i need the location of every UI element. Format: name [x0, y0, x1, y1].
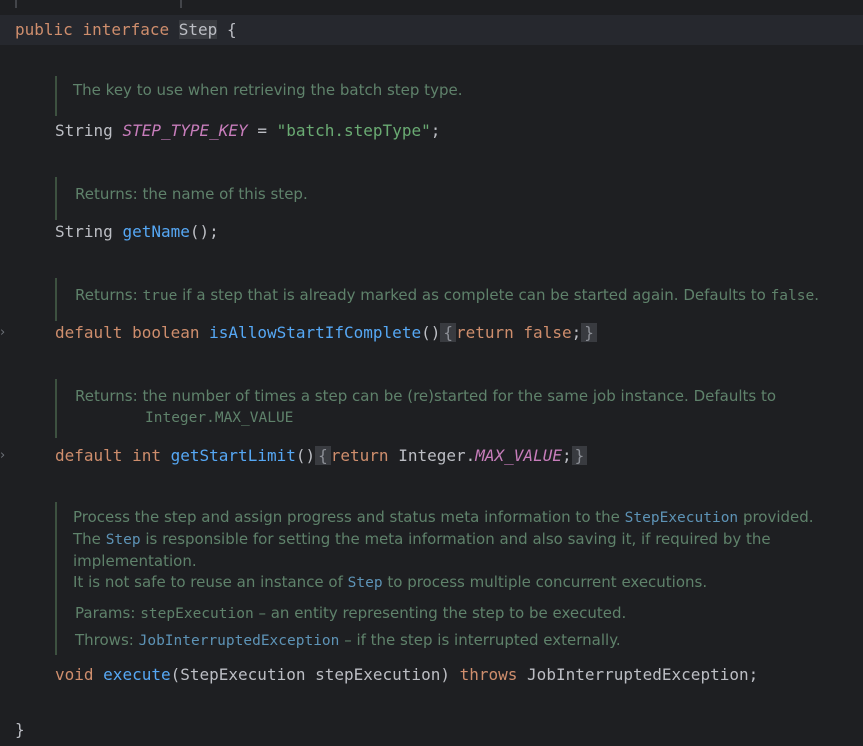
keyword: void [55, 665, 94, 684]
interface-declaration[interactable]: public interface Step { [15, 20, 237, 40]
chevron-right-icon[interactable]: › [0, 325, 5, 340]
doc-label: Returns: [75, 387, 138, 405]
javadoc-block[interactable]: The key to use when retrieving the batch… [55, 76, 853, 116]
method-name: isAllowStartIfComplete [209, 323, 422, 342]
method-name: execute [103, 665, 171, 684]
keyword: return [330, 446, 389, 465]
code-line-step-type-key[interactable]: String STEP_TYPE_KEY = "batch.stepType"; [55, 121, 440, 141]
doc-text: the number of times a step can be (re)st… [142, 387, 777, 405]
semicolon: ; [430, 121, 441, 140]
semicolon: ; [571, 323, 582, 342]
parameters: (StepExecution stepExecution) [170, 665, 450, 684]
doc-text: to process multiple concurrent execution… [387, 573, 708, 591]
punctuation: () [295, 446, 316, 465]
method-name: getStartLimit [170, 446, 296, 465]
semicolon: ; [561, 446, 572, 465]
doc-text: – if the step is interrupted externally. [344, 631, 621, 649]
doc-label: Params: [75, 604, 136, 622]
doc-text: provided. [742, 508, 814, 526]
code-line-get-start-limit[interactable]: default int getStartLimit(){return Integ… [55, 446, 588, 466]
doc-text: if a step that is already marked as comp… [182, 286, 766, 304]
doc-text: implementation. [73, 552, 197, 570]
type: String [55, 222, 113, 241]
code-line-get-name[interactable]: String getName(); [55, 222, 219, 242]
folded-brace-close[interactable]: } [581, 323, 597, 342]
doc-text: It is not safe to reuse an instance of [73, 573, 343, 591]
class-name: Integer. [398, 446, 476, 465]
keyword: default [55, 323, 123, 342]
doc-text: Process the step and assign progress and… [73, 508, 620, 526]
doc-label: Throws: [75, 631, 134, 649]
doc-text: The key to use when retrieving the batch… [73, 81, 463, 99]
constant-name: MAX_VALUE [475, 446, 562, 465]
doc-label: Returns: [75, 286, 138, 304]
doc-code: false [770, 288, 815, 304]
doc-link[interactable]: Step [106, 532, 141, 548]
keyword: int [132, 446, 161, 465]
javadoc-block[interactable]: Returns: true if a step that is already … [55, 278, 863, 321]
doc-link[interactable]: StepExecution [625, 510, 739, 526]
folded-brace-open[interactable]: { [315, 446, 331, 465]
keyword: boolean [132, 323, 200, 342]
method-name: getName [122, 222, 190, 241]
type: String [55, 121, 113, 140]
doc-text: – an entity representing the step to be … [258, 604, 627, 622]
folded-brace-close[interactable]: } [571, 446, 588, 465]
doc-code: stepExecution [140, 606, 254, 622]
indent-guide [15, 0, 17, 8]
doc-text: is responsible for setting the meta info… [145, 530, 771, 548]
keyword: false [523, 323, 572, 342]
doc-text: the name of this step. [142, 185, 308, 203]
keyword: public [15, 20, 73, 39]
doc-text: . [814, 286, 820, 304]
interface-name[interactable]: Step [178, 20, 218, 39]
closing-brace[interactable]: } [15, 720, 25, 740]
doc-code: true [142, 288, 178, 304]
punctuation: () [421, 323, 441, 342]
doc-link[interactable]: Step [348, 575, 383, 591]
javadoc-block[interactable]: Returns: the name of this step. [55, 177, 855, 220]
doc-label: Returns: [75, 185, 138, 203]
exception-type: JobInterruptedException; [527, 665, 759, 684]
indent-guide [180, 0, 182, 8]
javadoc-block[interactable]: Returns: the number of times a step can … [55, 379, 855, 438]
keyword: default [55, 446, 123, 465]
brace: { [226, 20, 237, 39]
constant-name: STEP_TYPE_KEY [122, 121, 248, 140]
javadoc-block[interactable]: Process the step and assign progress and… [55, 502, 863, 655]
keyword: return [455, 323, 514, 342]
operator: = [257, 121, 267, 140]
doc-text: The [73, 530, 101, 548]
doc-link[interactable]: JobInterruptedException [139, 633, 340, 649]
keyword: interface [82, 20, 170, 39]
code-line-execute[interactable]: void execute(StepExecution stepExecution… [55, 665, 758, 685]
string-literal: "batch.stepType" [276, 121, 431, 140]
punctuation: (); [189, 222, 219, 241]
chevron-right-icon[interactable]: › [0, 448, 5, 463]
folded-brace-open[interactable]: { [440, 323, 456, 342]
brace: } [15, 720, 25, 739]
doc-code: Integer.MAX_VALUE [145, 410, 294, 426]
code-line-is-allow-start[interactable]: default boolean isAllowStartIfComplete()… [55, 323, 597, 343]
keyword: throws [459, 665, 518, 684]
